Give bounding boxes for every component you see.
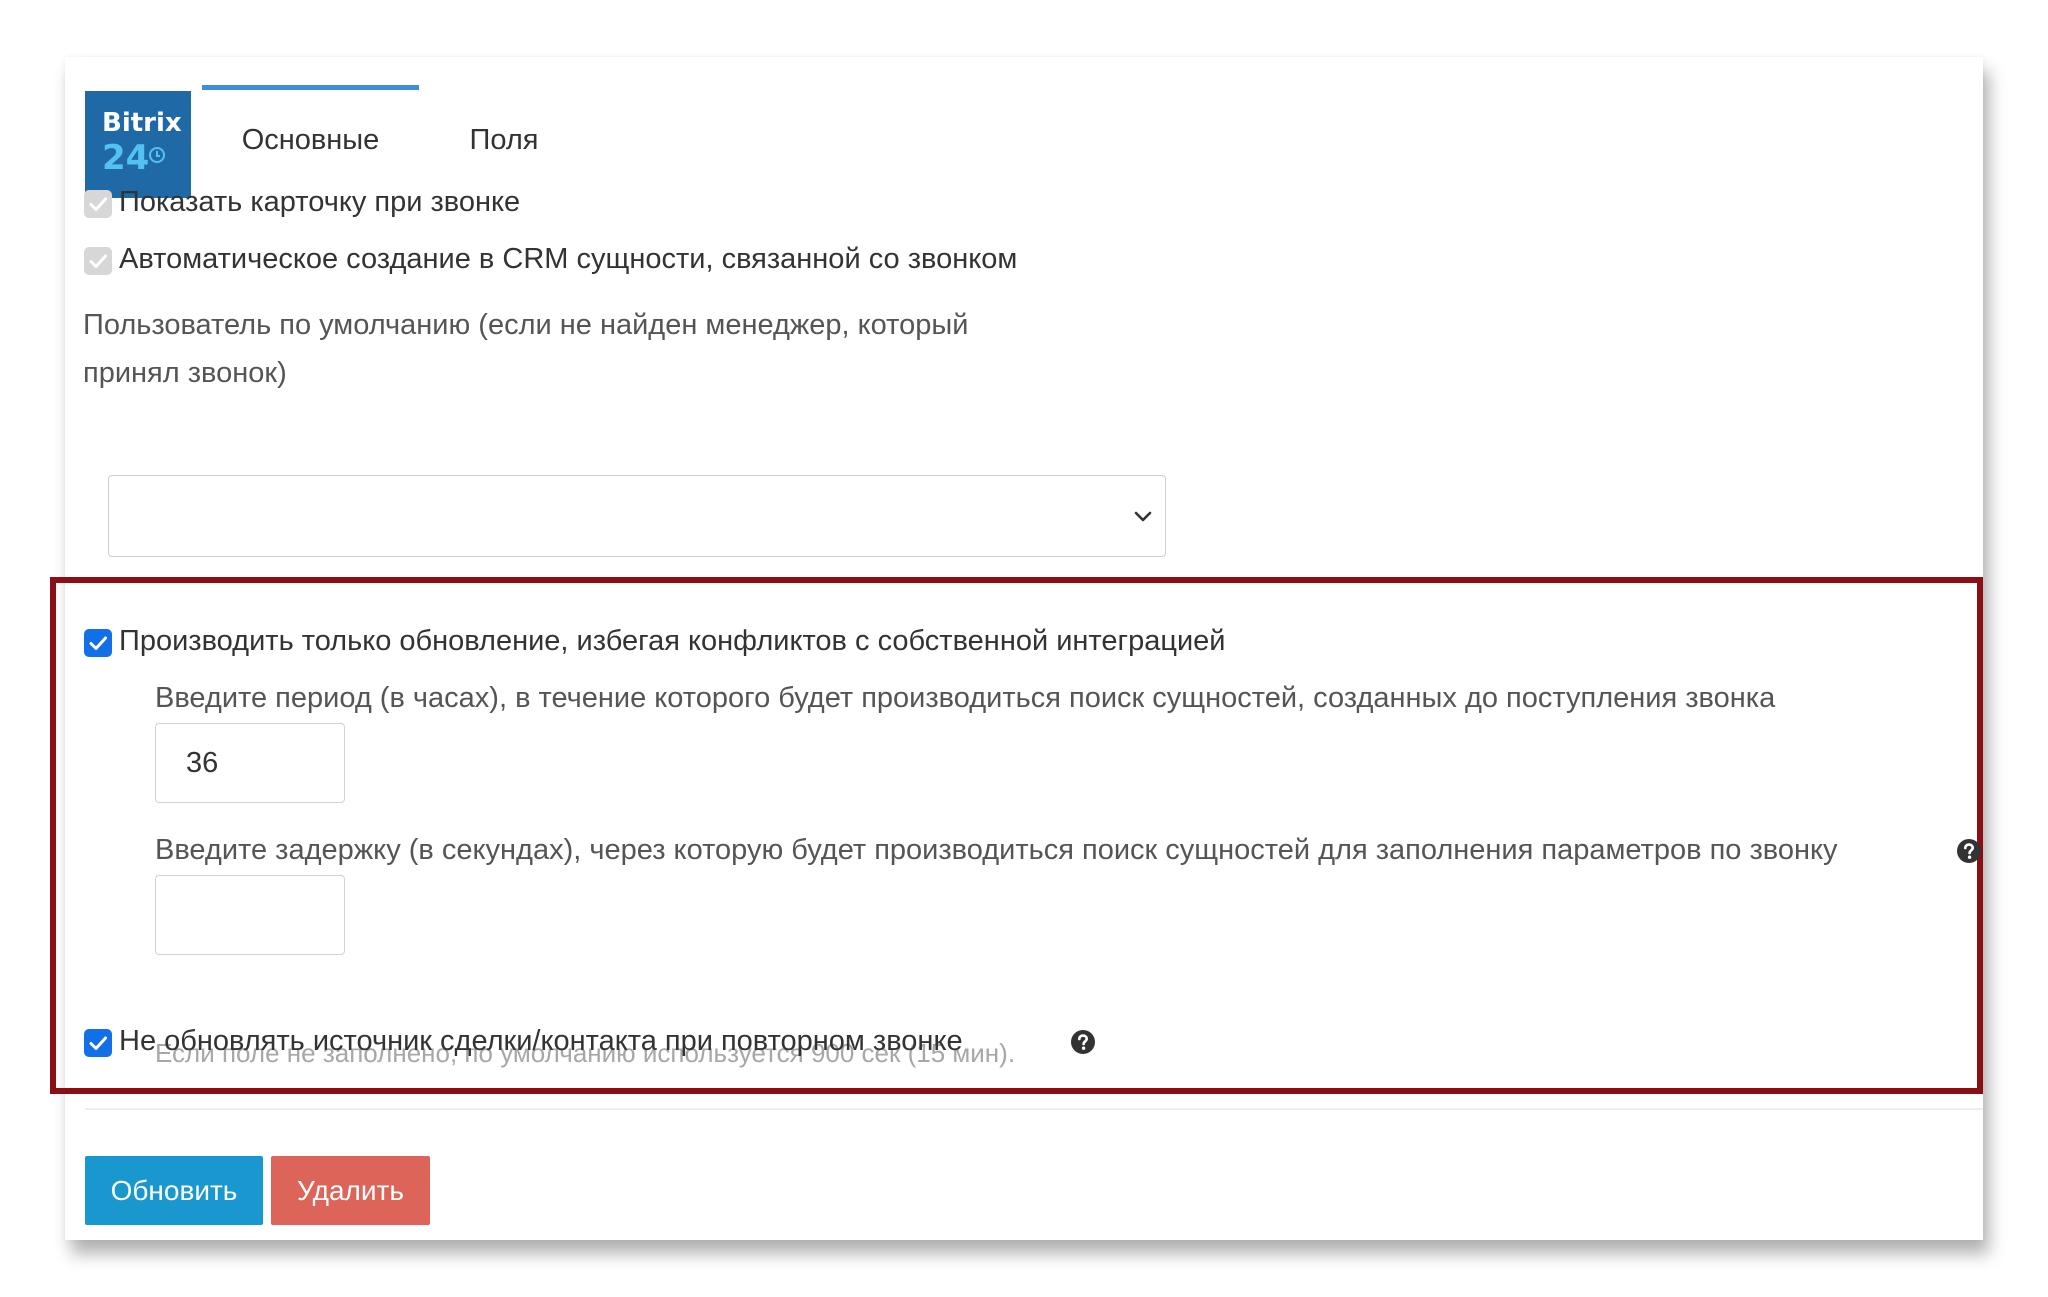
- show-card-label: Показать карточку при звонке: [119, 186, 521, 218]
- chevron-down-icon: [1134, 511, 1152, 522]
- logo-text-bitrix: Bitrix: [102, 108, 182, 138]
- update-only-label: Производить только обновление, избегая к…: [119, 625, 1226, 657]
- tab-main[interactable]: Основные: [202, 85, 419, 195]
- default-user-label-line2: принял звонок): [83, 357, 287, 389]
- show-card-checkbox[interactable]: [84, 190, 112, 218]
- settings-card: Bitrix 24 Основные Поля Показать карточк…: [50, 57, 1983, 1240]
- checkmark-icon: [89, 1036, 107, 1050]
- default-user-label-line1: Пользователь по умолчанию (если не найде…: [83, 309, 969, 341]
- logo-text-24: 24: [102, 138, 150, 178]
- checkmark-icon: [89, 197, 107, 211]
- question-icon[interactable]: [1956, 838, 1982, 864]
- auto-create-label: Автоматическое создание в CRM сущности, …: [119, 243, 1018, 275]
- default-user-select[interactable]: [108, 475, 1166, 557]
- update-only-checkbox[interactable]: [84, 629, 112, 657]
- divider: [85, 1108, 1983, 1110]
- update-button[interactable]: Обновить: [85, 1156, 263, 1225]
- delay-label: Введите задержку (в секундах), через кот…: [155, 834, 1838, 866]
- delay-input[interactable]: [155, 875, 345, 955]
- tab-fields[interactable]: Поля: [439, 85, 569, 195]
- no-update-source-label: Не обновлять источник сделки/контакта пр…: [119, 1025, 963, 1057]
- auto-create-checkbox[interactable]: [84, 247, 112, 275]
- period-label: Введите период (в часах), в течение кото…: [155, 682, 1776, 714]
- no-update-source-checkbox[interactable]: [84, 1029, 112, 1057]
- checkmark-icon: [89, 636, 107, 650]
- delete-button[interactable]: Удалить: [271, 1156, 430, 1225]
- checkmark-icon: [89, 254, 107, 268]
- question-icon[interactable]: [1070, 1029, 1096, 1055]
- clock-icon: [149, 147, 165, 163]
- bitrix24-logo: Bitrix 24: [85, 91, 191, 198]
- period-input[interactable]: [155, 723, 345, 803]
